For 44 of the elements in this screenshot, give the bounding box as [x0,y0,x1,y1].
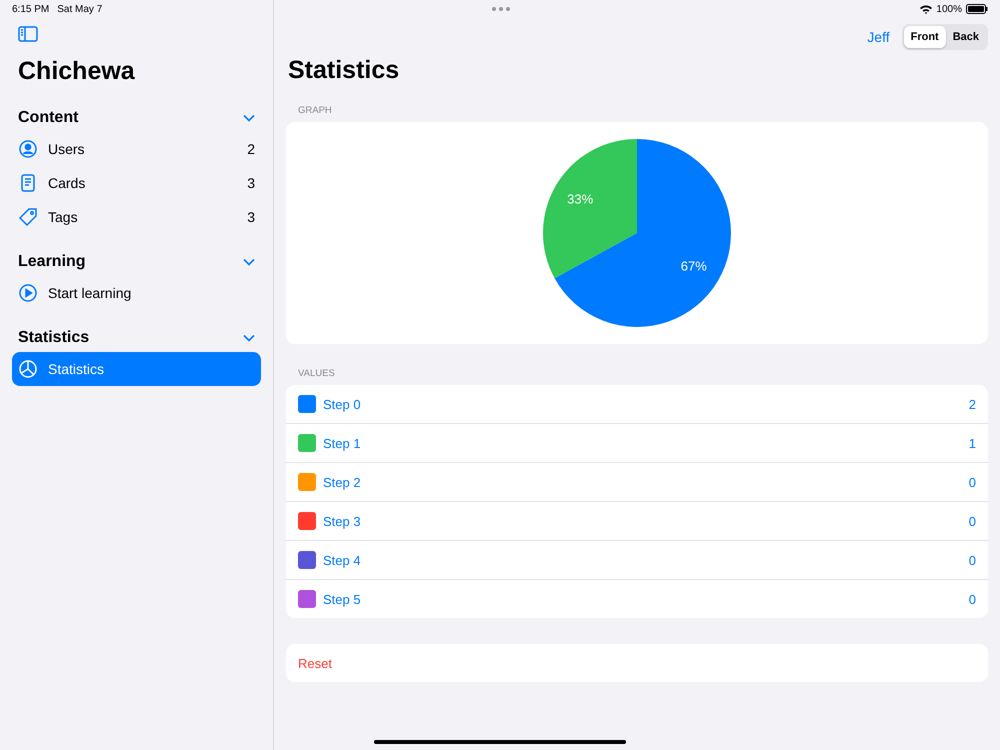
reset-button[interactable]: Reset [286,644,988,682]
user-link[interactable]: Jeff [867,29,890,45]
tag-icon [18,207,38,227]
status-time: 6:15 PM [12,4,50,14]
pie-chart-icon [18,359,38,379]
segment-button[interactable]: Back [946,26,986,48]
step-value: 2 [968,396,976,412]
segment-button[interactable]: Front [904,26,946,48]
step-value: 1 [968,436,976,450]
sidebar-title: Chichewa [18,57,136,86]
step-value: 0 [968,514,976,528]
section-title: Content [18,109,78,127]
battery-percent: 100% [936,4,962,14]
sidebar-item[interactable]: Tags 3 [12,200,261,234]
step-label: Step 5 [323,592,362,606]
chevron-icon[interactable] [243,258,255,266]
section-title: Learning [18,253,86,271]
section-title: Statistics [18,329,90,347]
sidebar-item[interactable]: Statistics [12,352,261,386]
sidebar-item[interactable]: Cards 3 [12,166,261,200]
page-title: Statistics [288,56,400,85]
sidebar-toggle-icon[interactable] [18,26,38,42]
step-label: Step 4 [323,552,362,568]
play-circle-icon [18,283,38,303]
step-value: 0 [968,552,976,568]
section-header: VALUES [297,368,336,381]
step-label: Step 0 [323,396,362,412]
step-label: Step 1 [323,436,362,450]
chevron-icon[interactable] [243,334,255,342]
person-circle-icon [18,139,38,159]
slice-label: 67% [680,258,707,274]
step-value: 0 [968,592,976,606]
wifi-icon [920,4,932,14]
sidebar-item[interactable]: Start learning [12,276,261,310]
step-label: Step 2 [323,474,362,490]
step-label: Step 3 [323,514,362,528]
section-header: GRAPH [297,105,333,118]
step-value: 0 [968,474,976,490]
multitasking-icon[interactable] [492,7,510,11]
sidebar-item[interactable]: Users 2 [12,132,261,166]
status-date: Sat May 7 [57,4,102,14]
battery-icon [966,4,988,14]
chevron-icon[interactable] [243,114,255,122]
slice-label: 33% [567,191,594,206]
